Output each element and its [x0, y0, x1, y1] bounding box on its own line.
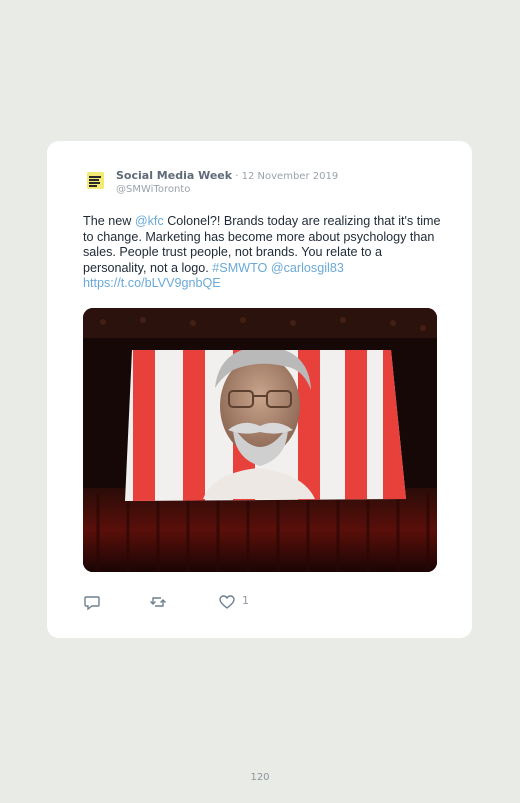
url-link[interactable]: https://t.co/bLVV9gnbQE [83, 276, 221, 290]
tweet-date[interactable]: 12 November 2019 [242, 171, 339, 182]
user-handle[interactable]: @SMWiToronto [116, 184, 190, 195]
display-name-text[interactable]: Social Media Week [116, 169, 232, 182]
tweet-actions: 1 [83, 593, 383, 611]
reply-icon[interactable] [83, 593, 101, 611]
like-count: 1 [242, 594, 249, 607]
mention-link[interactable]: @kfc [135, 214, 164, 228]
tweet-card: Social Media Week · 12 November 2019 @SM… [47, 141, 472, 638]
display-name[interactable]: Social Media Week · 12 November 2019 [116, 169, 338, 182]
hashtag-link[interactable]: #SMWTO [212, 261, 267, 275]
tweet-photo[interactable] [83, 308, 437, 572]
tweet-text: The new @kfc Colonel?! Brands today are … [83, 214, 445, 292]
text-segment: The new [83, 214, 135, 228]
retweet-icon[interactable] [149, 593, 167, 611]
page-number: 120 [250, 772, 270, 783]
avatar[interactable] [87, 172, 104, 189]
photo-colonel-on-stage-screen [83, 308, 437, 572]
date-separator: · [232, 171, 242, 182]
mention-link[interactable]: @carlosgil83 [271, 261, 344, 275]
like-icon[interactable] [218, 593, 236, 611]
